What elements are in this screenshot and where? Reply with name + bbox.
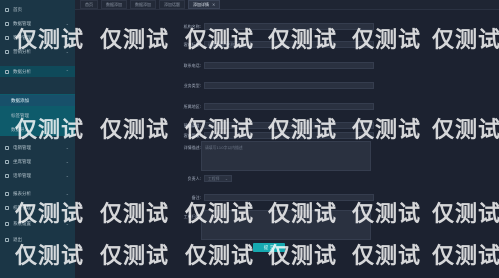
record-icon [5,173,9,178]
sidebar-item-label: 数据添加 [11,98,29,104]
watermark: 仅测试 [268,118,338,143]
sidebar-item-label: 数据分析 [13,69,31,75]
watermark: 仅测试 [185,202,255,227]
report-icon [5,191,9,196]
watermark: 仅测试 [432,28,499,53]
user-icon [5,35,9,40]
watermark: 仅测试 [432,118,499,143]
watermark: 仅测试 [185,244,255,269]
seat-icon [5,159,9,164]
business-type-input[interactable] [204,82,374,89]
chevron-down-icon: ⌄ [65,145,69,150]
field-label: 所属地区: [183,103,201,109]
watermark: 仅测试 [352,118,422,143]
sidebar-item-label: 话单管理 [13,173,31,179]
form-row-desc: 详情描述: [175,145,204,151]
phone-input[interactable] [204,62,374,69]
form-row-business: 业务类型: [175,82,374,89]
field-label: 详情描述: [183,145,201,150]
chevron-down-icon: ⌄ [65,173,69,178]
sidebar-item-label: 坐席管理 [13,159,31,165]
tab-data-add-1[interactable]: 数据添加 [101,0,127,9]
watermark: 仅测试 [100,202,170,227]
watermark: 仅测试 [432,244,499,269]
form-row-region: 所属地区: [175,103,374,110]
watermark: 仅测试 [185,118,255,143]
chevron-up-icon: ⌃ [65,69,69,74]
sidebar-item-seats[interactable]: 坐席管理 ⌄ [0,156,75,167]
gear-icon [5,221,9,226]
analysis-icon [5,69,9,74]
field-label: 负责人: [187,175,201,181]
watermark: 仅测试 [15,202,85,227]
tab-bar: 首页 数据添加 数据添加 添加话题 添加详情 × [75,0,499,10]
field-label: 业务类型: [183,82,201,88]
watermark: 仅测试 [15,28,85,53]
assignee-select[interactable]: 工程师 ⌄ [204,175,232,182]
watermark: 仅测试 [100,244,170,269]
watermark: 仅测试 [185,28,255,53]
watermark: 仅测试 [352,202,422,227]
tab-add-detail[interactable]: 添加详情 × [188,0,221,9]
chevron-down-icon: ⌄ [224,176,228,181]
logout-icon [5,237,9,242]
watermark: 仅测试 [100,118,170,143]
lock-icon [5,205,9,210]
sidebar-item-home[interactable]: 首页 [0,4,75,15]
home-icon [5,7,9,12]
watermark: 仅测试 [15,118,85,143]
phone-icon [5,145,9,150]
watermark: 仅测试 [352,244,422,269]
chevron-down-icon: ⌄ [65,159,69,164]
form-row-phone: 联系电话: [175,62,374,69]
watermark: 仅测试 [100,28,170,53]
sidebar-subitem-add[interactable]: 数据添加 [0,95,75,106]
tab-home[interactable]: 首页 [80,0,98,9]
sidebar-item-analysis[interactable]: 数据分析 ⌃ [0,66,75,77]
form-row-assignee: 负责人: 工程师 ⌄ [175,175,232,182]
watermark: 仅测试 [432,202,499,227]
database-icon [5,21,9,26]
tab-label: 添加详情 [193,1,209,7]
region-input[interactable] [204,103,374,110]
tab-add-topic[interactable]: 添加话题 [159,0,185,9]
close-icon[interactable]: × [212,2,215,7]
watermark: 仅测试 [268,202,338,227]
tab-label: 数据添加 [135,1,151,7]
description-textarea[interactable]: 请填写110字以内描述 [201,141,371,171]
watermark: 仅测试 [268,28,338,53]
field-label: 联系电话: [183,62,201,68]
tab-data-add-2[interactable]: 数据添加 [130,0,156,9]
watermark: 仅测试 [352,28,422,53]
watermark: 仅测试 [15,244,85,269]
tab-label: 首页 [85,1,93,7]
watermark: 仅测试 [268,244,338,269]
sidebar-item-label: 电销管理 [13,145,31,151]
chart-icon [5,49,9,54]
tab-label: 添加话题 [164,1,180,7]
sidebar-item-records[interactable]: 话单管理 ⌄ [0,170,75,181]
tab-label: 数据添加 [106,1,122,7]
sidebar-item-label: 首页 [13,7,22,13]
assignee-value: 工程师 [208,175,220,181]
